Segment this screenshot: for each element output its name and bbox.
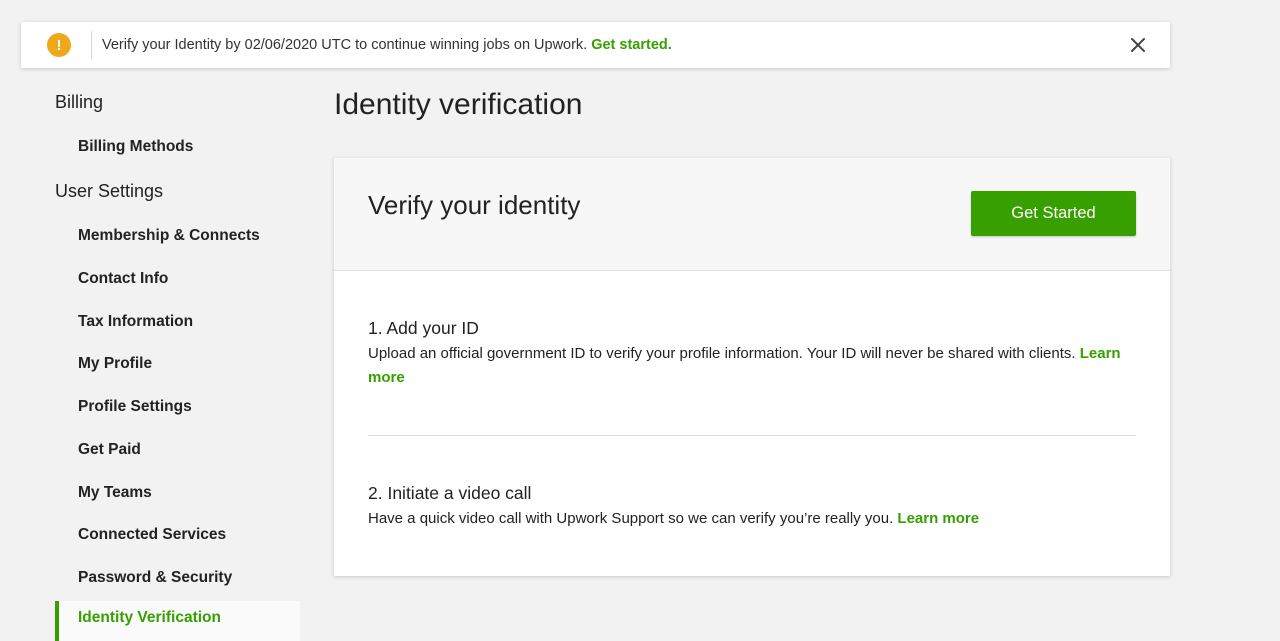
sidebar-heading-billing: Billing — [55, 92, 104, 112]
get-started-button[interactable]: Get Started — [971, 191, 1136, 236]
sidebar-item-identity-verification[interactable]: Identity Verification — [55, 601, 300, 641]
banner-text: Verify your Identity by 02/06/2020 UTC t… — [102, 37, 588, 53]
banner-message: Verify your Identity by 02/06/2020 UTC t… — [102, 37, 672, 53]
card-title: Verify your identity — [368, 190, 581, 220]
verify-identity-card: Verify your identity Get Started 1. Add … — [334, 158, 1170, 576]
sidebar-item-contact-info[interactable]: Contact Info — [78, 270, 168, 288]
sidebar-item-password-security[interactable]: Password & Security — [78, 569, 232, 587]
sidebar-item-profile-settings[interactable]: Profile Settings — [78, 398, 192, 416]
step-video-call-title: 2. Initiate a video call — [368, 483, 532, 503]
step-description-text: Upload an official government ID to veri… — [368, 345, 1076, 362]
banner-divider — [91, 31, 92, 59]
banner-get-started-link[interactable]: Get started. — [591, 37, 672, 53]
sidebar-item-get-paid[interactable]: Get Paid — [78, 441, 141, 459]
page-title: Identity verification — [334, 88, 583, 121]
sidebar-heading-user-settings: User Settings — [55, 181, 164, 201]
sidebar-item-label: Identity Verification — [78, 609, 221, 626]
learn-more-link[interactable]: Learn more — [897, 510, 979, 527]
sidebar-item-billing-methods[interactable]: Billing Methods — [78, 138, 193, 156]
sidebar-item-connected-services[interactable]: Connected Services — [78, 526, 226, 544]
warning-icon: ! — [47, 33, 71, 57]
verification-banner: ! Verify your Identity by 02/06/2020 UTC… — [21, 22, 1170, 68]
step-video-call-description: Have a quick video call with Upwork Supp… — [368, 507, 1128, 531]
sidebar-item-my-teams[interactable]: My Teams — [78, 484, 152, 502]
sidebar-item-tax-information[interactable]: Tax Information — [78, 313, 193, 331]
sidebar-item-my-profile[interactable]: My Profile — [78, 355, 152, 373]
step-divider — [368, 435, 1136, 436]
step-add-id-title: 1. Add your ID — [368, 318, 479, 338]
step-description-text: Have a quick video call with Upwork Supp… — [368, 510, 894, 527]
sidebar-item-membership-connects[interactable]: Membership & Connects — [78, 227, 260, 245]
step-add-id-description: Upload an official government ID to veri… — [368, 342, 1128, 390]
close-icon[interactable] — [1128, 35, 1148, 55]
card-header: Verify your identity Get Started — [334, 158, 1170, 271]
